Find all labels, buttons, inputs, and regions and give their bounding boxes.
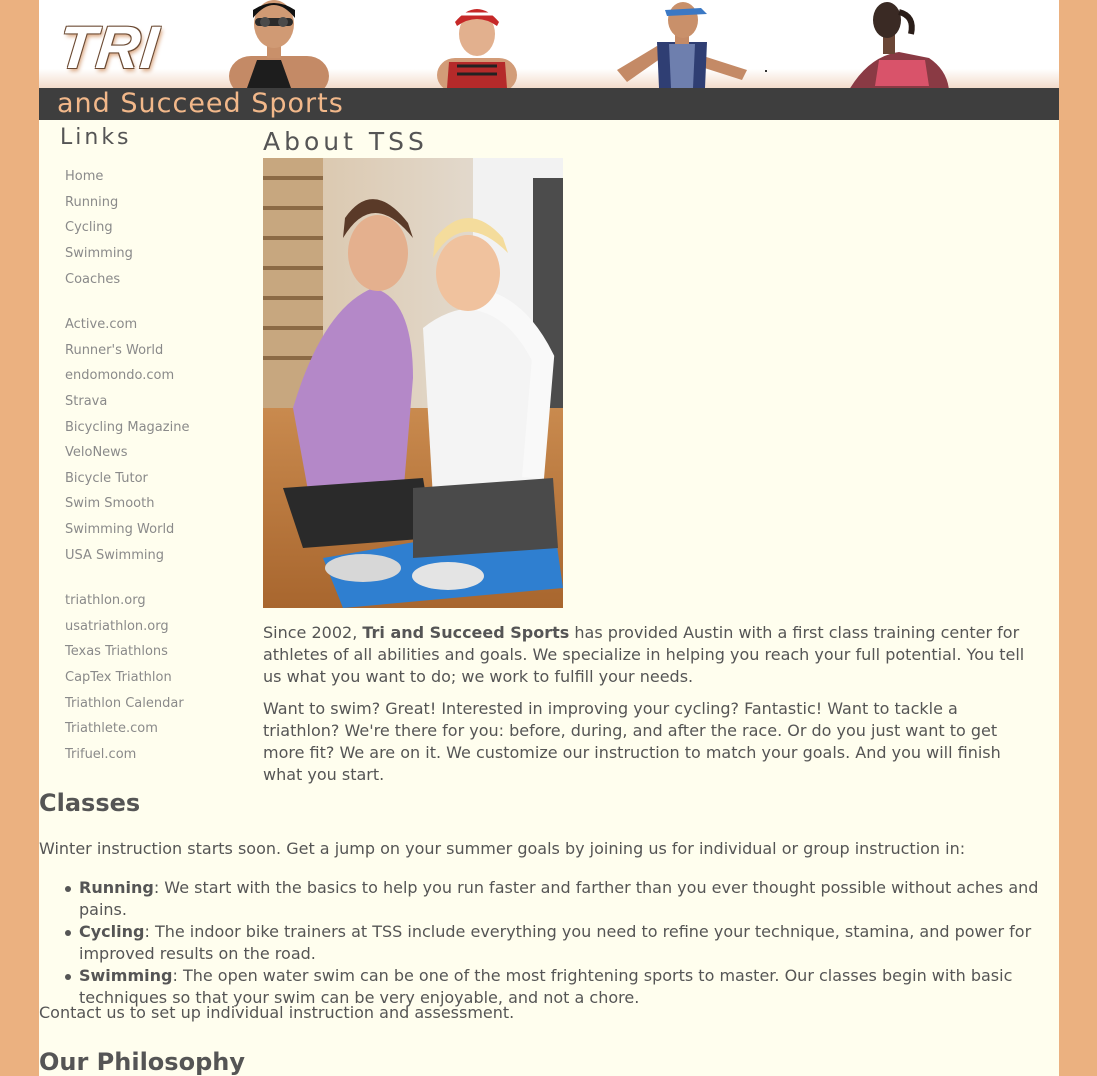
about-p1-before: Since 2002, <box>263 623 363 642</box>
links-heading: Links <box>60 125 132 150</box>
sidebar-link-endomondo[interactable]: endomondo.com <box>65 369 174 382</box>
sidebar-link-bicycle-tutor[interactable]: Bicycle Tutor <box>65 472 148 485</box>
class-desc-running: : We start with the basics to help you r… <box>79 878 1039 919</box>
site-logo[interactable]: TRI <box>56 14 163 81</box>
sidebar-link-triathlon-org[interactable]: triathlon.org <box>65 594 146 607</box>
sidebar-link-home[interactable]: Home <box>65 170 103 183</box>
female-runner-athlete-image <box>850 2 949 88</box>
site-tagline: and Succeed Sports <box>57 88 344 119</box>
sidebar-link-strava[interactable]: Strava <box>65 395 107 408</box>
sidebar-link-velonews[interactable]: VeloNews <box>65 446 128 459</box>
sidebar-link-usa-swimming[interactable]: USA Swimming <box>65 549 164 562</box>
company-name: Tri and Succeed Sports <box>362 623 570 642</box>
sidebar-link-usatriathlon[interactable]: usatriathlon.org <box>65 620 169 633</box>
gym-women-photo <box>263 158 563 608</box>
sidebar-link-triathlete[interactable]: Triathlete.com <box>65 722 158 735</box>
philosophy-heading: Our Philosophy <box>39 1048 245 1076</box>
about-paragraph-1: Since 2002, Tri and Succeed Sports has p… <box>263 622 1035 688</box>
class-name-running: Running <box>79 878 154 897</box>
classes-intro: Winter instruction starts soon. Get a ju… <box>39 839 966 858</box>
sidebar-link-swim-smooth[interactable]: Swim Smooth <box>65 497 154 510</box>
list-item: Running: We start with the basics to hel… <box>39 877 1055 921</box>
sidebar-link-running[interactable]: Running <box>65 196 118 209</box>
classes-heading: Classes <box>39 789 141 817</box>
sidebar-link-swimming-world[interactable]: Swimming World <box>65 523 174 536</box>
sidebar-link-captex-triathlon[interactable]: CapTex Triathlon <box>65 671 172 684</box>
class-name-cycling: Cycling <box>79 922 145 941</box>
sidebar-link-coaches[interactable]: Coaches <box>65 273 120 286</box>
sidebar-link-runners-world[interactable]: Runner's World <box>65 344 163 357</box>
sidebar-link-texas-triathlons[interactable]: Texas Triathlons <box>65 645 168 658</box>
contact-text: Contact us to set up individual instruct… <box>39 1003 515 1022</box>
tagline-bar: and Succeed Sports <box>39 88 1059 120</box>
sidebar-link-cycling[interactable]: Cycling <box>65 221 113 234</box>
sidebar-link-active[interactable]: Active.com <box>65 318 137 331</box>
classes-list: Running: We start with the basics to hel… <box>39 877 1055 1009</box>
class-name-swimming: Swimming <box>79 966 173 985</box>
list-item: Cycling: The indoor bike trainers at TSS… <box>39 921 1055 965</box>
swimmer-athlete-image <box>229 0 329 88</box>
sidebar-link-swimming[interactable]: Swimming <box>65 247 133 260</box>
sidebar-link-triathlon-calendar[interactable]: Triathlon Calendar <box>65 697 184 710</box>
sidebar-link-trifuel[interactable]: Trifuel.com <box>65 748 136 761</box>
class-desc-swimming: : The open water swim can be one of the … <box>79 966 1013 1007</box>
runner-athlete-image <box>617 2 767 88</box>
cyclist-athlete-image <box>437 9 517 88</box>
header-banner: TRI <box>39 0 1059 88</box>
sidebar-link-bicycling-magazine[interactable]: Bicycling Magazine <box>65 421 189 434</box>
class-desc-cycling: : The indoor bike trainers at TSS includ… <box>79 922 1032 963</box>
about-title: About TSS <box>263 127 428 156</box>
about-paragraph-2: Want to swim? Great! Interested in impro… <box>263 699 1001 784</box>
page-container: TRI and Succeed Sports Links Home Runnin… <box>39 0 1059 1076</box>
